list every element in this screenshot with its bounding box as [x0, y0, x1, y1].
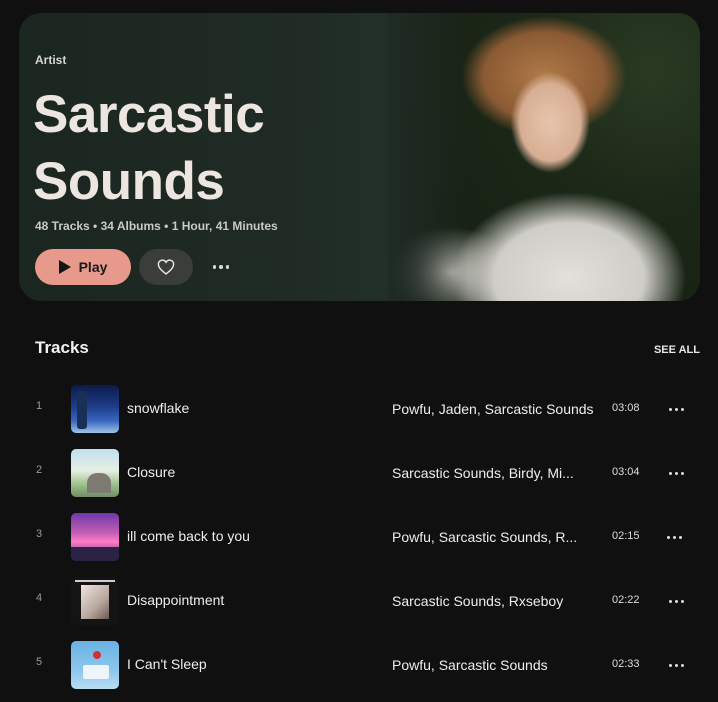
more-options-button[interactable]	[203, 249, 239, 285]
track-more-button[interactable]	[664, 461, 688, 485]
artist-eyebrow-label: Artist	[35, 53, 67, 67]
track-row[interactable]: 1 snowflake Powfu, Jaden, Sarcastic Soun…	[0, 377, 718, 441]
track-duration: 02:15	[612, 530, 640, 542]
play-button-label: Play	[78, 259, 108, 275]
track-cover-image	[71, 449, 119, 497]
track-cover-image	[71, 577, 119, 625]
track-row[interactable]: 2 Closure Sarcastic Sounds, Birdy, Mi...…	[0, 441, 718, 505]
track-title[interactable]: snowflake	[127, 400, 189, 416]
track-number: 2	[36, 464, 43, 476]
track-duration: 03:08	[612, 402, 640, 414]
track-title[interactable]: ill come back to you	[127, 528, 250, 544]
artist-photo	[388, 13, 700, 301]
play-button[interactable]: Play	[35, 249, 131, 285]
more-horizontal-icon	[668, 407, 684, 411]
track-title[interactable]: I Can't Sleep	[127, 656, 207, 672]
track-artists[interactable]: Sarcastic Sounds, Rxseboy	[392, 593, 594, 609]
hero-actions: Play	[35, 249, 239, 285]
track-artists[interactable]: Sarcastic Sounds, Birdy, Mi...	[392, 465, 594, 481]
play-icon	[58, 260, 71, 274]
more-horizontal-icon	[668, 471, 684, 475]
more-horizontal-icon	[668, 663, 684, 667]
track-title[interactable]: Disappointment	[127, 592, 224, 608]
favorite-button[interactable]	[139, 249, 193, 285]
tracks-heading: Tracks	[35, 338, 89, 357]
track-cover-image	[71, 513, 119, 561]
track-more-button[interactable]	[664, 653, 688, 677]
track-row[interactable]: 4 Disappointment Sarcastic Sounds, Rxseb…	[0, 569, 718, 633]
see-all-link[interactable]: SEE ALL	[654, 344, 700, 356]
track-number: 3	[36, 528, 43, 540]
heart-icon	[157, 259, 175, 275]
track-artists[interactable]: Powfu, Sarcastic Sounds, R...	[392, 529, 594, 545]
track-more-button[interactable]	[662, 525, 686, 549]
track-artists[interactable]: Powfu, Sarcastic Sounds	[392, 657, 594, 673]
track-number: 1	[36, 400, 43, 412]
track-more-button[interactable]	[664, 589, 688, 613]
track-row[interactable]: 3 ill come back to you Powfu, Sarcastic …	[0, 505, 718, 569]
track-more-button[interactable]	[664, 397, 688, 421]
track-duration: 02:33	[612, 658, 640, 670]
artist-name: Sarcastic Sounds	[33, 85, 265, 211]
track-row[interactable]: 5 I Can't Sleep Powfu, Sarcastic Sounds …	[0, 633, 718, 697]
track-number: 4	[36, 592, 43, 604]
artist-hero: Artist Sarcastic Sounds 48 Tracks • 34 A…	[19, 13, 700, 301]
more-horizontal-icon	[212, 265, 230, 269]
track-title[interactable]: Closure	[127, 464, 175, 480]
track-duration: 02:22	[612, 594, 640, 606]
track-cover-image	[71, 641, 119, 689]
track-number: 5	[36, 656, 43, 668]
track-artists[interactable]: Powfu, Jaden, Sarcastic Sounds	[392, 401, 594, 417]
track-duration: 03:04	[612, 466, 640, 478]
more-horizontal-icon	[666, 535, 682, 539]
track-cover-image	[71, 385, 119, 433]
artist-stats: 48 Tracks • 34 Albums • 1 Hour, 41 Minut…	[35, 219, 278, 233]
more-horizontal-icon	[668, 599, 684, 603]
